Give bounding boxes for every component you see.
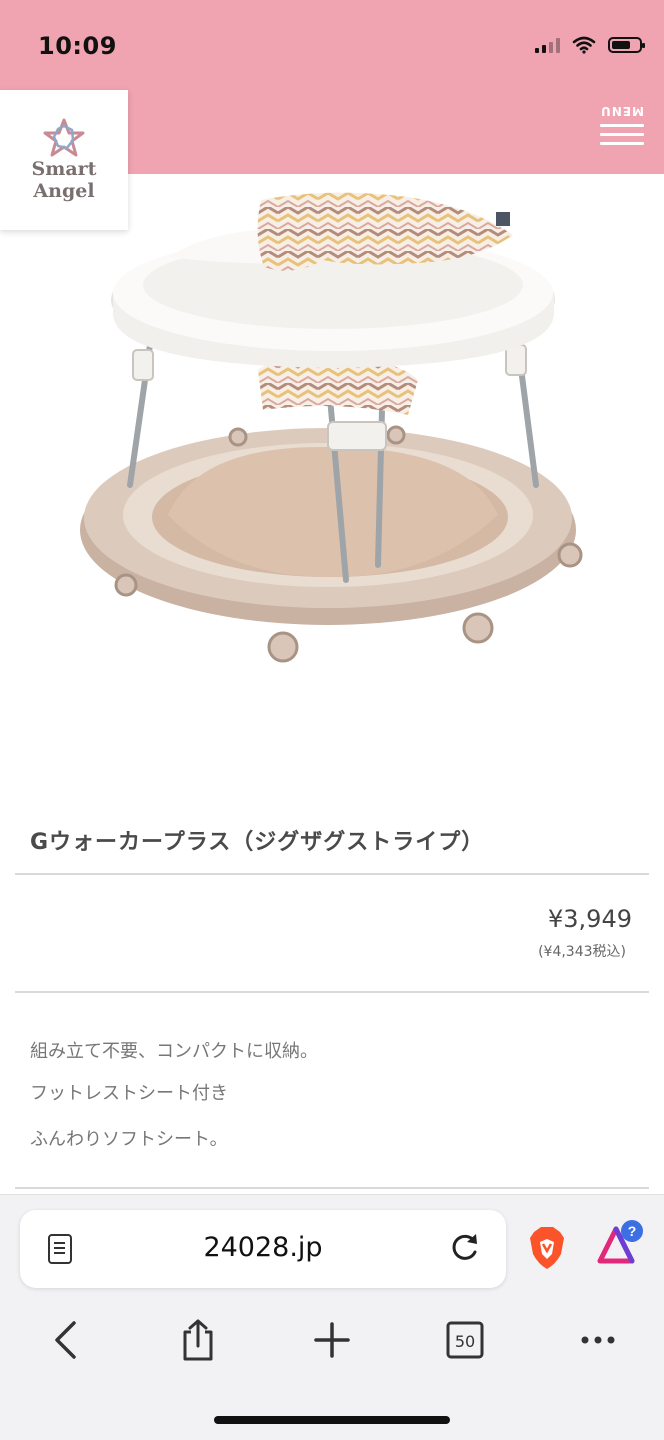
status-icons bbox=[535, 36, 645, 54]
divider-top bbox=[15, 873, 649, 875]
product-price-with-tax: (¥4,343税込) bbox=[538, 944, 626, 960]
divider-bottom bbox=[15, 1187, 649, 1189]
feature-item: ふんわりソフトシート。 bbox=[30, 1129, 228, 1150]
menu-label: MENU bbox=[600, 104, 644, 118]
tabs-button[interactable]: 50 bbox=[440, 1315, 490, 1365]
status-time: 10:09 bbox=[38, 32, 117, 60]
back-button[interactable] bbox=[40, 1315, 90, 1365]
share-icon bbox=[183, 1319, 213, 1361]
menu-button[interactable]: MENU bbox=[600, 104, 644, 145]
plus-icon bbox=[314, 1322, 350, 1358]
logo-text-line1: Smart bbox=[31, 158, 97, 180]
url-text[interactable]: 24028.jp bbox=[20, 1232, 506, 1263]
cellular-signal-icon bbox=[535, 37, 560, 53]
product-name: Gウォーカープラス（ジグザグストライプ） bbox=[30, 830, 485, 855]
feature-item: 組み立て不要、コンパクトに収納。 bbox=[30, 1041, 318, 1062]
battery-icon bbox=[608, 37, 645, 53]
address-bar[interactable]: 24028.jp bbox=[20, 1210, 506, 1288]
more-menu-button[interactable] bbox=[573, 1315, 623, 1365]
more-dots-icon bbox=[581, 1336, 615, 1344]
reload-icon[interactable] bbox=[446, 1230, 482, 1266]
brave-rewards-icon[interactable]: ? bbox=[596, 1219, 644, 1269]
product-price: ¥3,949 bbox=[548, 905, 632, 933]
product-image[interactable] bbox=[78, 185, 588, 675]
star-logo-icon bbox=[43, 118, 85, 157]
hamburger-icon bbox=[600, 124, 644, 145]
wifi-icon bbox=[572, 36, 596, 54]
browser-toolbar: 24028.jp ? 50 bbox=[0, 1194, 664, 1440]
divider-middle bbox=[15, 991, 649, 993]
tabs-icon: 50 bbox=[446, 1321, 484, 1359]
home-indicator[interactable] bbox=[214, 1416, 450, 1424]
new-tab-button[interactable] bbox=[307, 1315, 357, 1365]
rewards-badge: ? bbox=[628, 1223, 637, 1239]
brave-shields-icon[interactable] bbox=[528, 1226, 566, 1270]
feature-item: フットレストシート付き bbox=[30, 1083, 228, 1104]
share-button[interactable] bbox=[173, 1315, 223, 1365]
tab-count: 50 bbox=[455, 1332, 475, 1351]
chevron-left-icon bbox=[55, 1321, 76, 1359]
